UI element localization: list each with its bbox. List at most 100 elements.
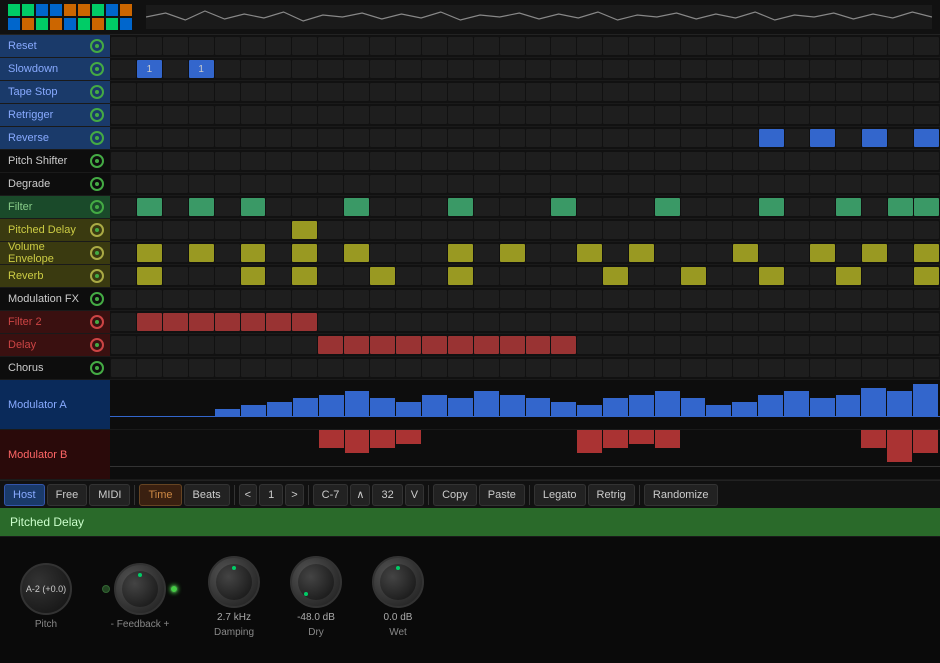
cell[interactable] xyxy=(500,129,525,147)
cell[interactable] xyxy=(785,221,810,239)
cell[interactable] xyxy=(474,106,499,124)
cell[interactable] xyxy=(163,244,188,262)
cell[interactable] xyxy=(862,83,887,101)
note-value[interactable]: C-7 xyxy=(313,484,349,506)
cell[interactable] xyxy=(241,175,266,193)
cell[interactable] xyxy=(888,60,913,78)
retrig-button[interactable]: Retrig xyxy=(588,484,635,506)
cell[interactable] xyxy=(707,359,732,377)
cell[interactable] xyxy=(655,221,680,239)
cell[interactable] xyxy=(681,336,706,354)
cell[interactable] xyxy=(189,313,214,331)
cell[interactable] xyxy=(241,359,266,377)
cell[interactable] xyxy=(577,359,602,377)
cell[interactable] xyxy=(655,175,680,193)
cell[interactable] xyxy=(215,198,240,216)
cell[interactable] xyxy=(577,152,602,170)
cell[interactable] xyxy=(318,198,343,216)
cell[interactable] xyxy=(215,221,240,239)
cell[interactable] xyxy=(862,60,887,78)
cell[interactable] xyxy=(551,129,576,147)
cell[interactable] xyxy=(137,267,162,285)
cell[interactable] xyxy=(189,290,214,308)
cell[interactable] xyxy=(785,152,810,170)
cell[interactable] xyxy=(241,83,266,101)
cell[interactable] xyxy=(111,106,136,124)
cell[interactable] xyxy=(344,37,369,55)
cell[interactable] xyxy=(681,359,706,377)
cell[interactable] xyxy=(681,106,706,124)
copy-button[interactable]: Copy xyxy=(433,484,477,506)
cell[interactable] xyxy=(759,152,784,170)
cell[interactable] xyxy=(137,152,162,170)
cell[interactable] xyxy=(137,336,162,354)
cell[interactable] xyxy=(733,290,758,308)
cell[interactable] xyxy=(603,267,628,285)
cell[interactable] xyxy=(396,244,421,262)
cell[interactable] xyxy=(810,290,835,308)
cell[interactable] xyxy=(344,60,369,78)
cell[interactable] xyxy=(577,313,602,331)
cell[interactable] xyxy=(551,60,576,78)
cell[interactable] xyxy=(655,267,680,285)
row-label-delay[interactable]: Delay xyxy=(0,334,110,356)
cell[interactable] xyxy=(241,129,266,147)
cell[interactable] xyxy=(396,290,421,308)
row-label-filter[interactable]: Filter xyxy=(0,196,110,218)
cell[interactable] xyxy=(733,152,758,170)
cell[interactable] xyxy=(836,198,861,216)
cell[interactable] xyxy=(215,244,240,262)
cell[interactable] xyxy=(655,152,680,170)
cell[interactable] xyxy=(137,313,162,331)
cell[interactable] xyxy=(888,198,913,216)
cell[interactable] xyxy=(344,313,369,331)
cell[interactable] xyxy=(422,129,447,147)
cell[interactable] xyxy=(810,267,835,285)
cell[interactable] xyxy=(914,83,939,101)
cell[interactable] xyxy=(266,129,291,147)
cell[interactable] xyxy=(862,175,887,193)
cell[interactable] xyxy=(241,198,266,216)
cell[interactable] xyxy=(526,60,551,78)
cell[interactable] xyxy=(551,313,576,331)
host-button[interactable]: Host xyxy=(4,484,45,506)
cell[interactable] xyxy=(655,60,680,78)
cell[interactable] xyxy=(526,198,551,216)
cell[interactable] xyxy=(785,37,810,55)
cell[interactable] xyxy=(396,175,421,193)
cell[interactable] xyxy=(422,313,447,331)
cell[interactable] xyxy=(266,152,291,170)
cell[interactable] xyxy=(551,152,576,170)
step32-value[interactable]: 32 xyxy=(372,484,402,506)
cell[interactable] xyxy=(577,37,602,55)
free-button[interactable]: Free xyxy=(47,484,88,506)
cell[interactable] xyxy=(759,244,784,262)
cell[interactable] xyxy=(551,37,576,55)
cell[interactable]: 1 xyxy=(189,60,214,78)
cell[interactable] xyxy=(344,83,369,101)
cell[interactable] xyxy=(215,106,240,124)
cell[interactable] xyxy=(241,313,266,331)
cell[interactable] xyxy=(836,359,861,377)
cell[interactable] xyxy=(759,198,784,216)
cell[interactable] xyxy=(137,290,162,308)
cell[interactable] xyxy=(681,60,706,78)
cell[interactable] xyxy=(163,37,188,55)
cell[interactable] xyxy=(888,221,913,239)
cell[interactable] xyxy=(500,106,525,124)
cell[interactable] xyxy=(344,267,369,285)
cell[interactable] xyxy=(370,106,395,124)
cell[interactable] xyxy=(318,60,343,78)
cell[interactable] xyxy=(914,37,939,55)
cell[interactable] xyxy=(862,359,887,377)
cell[interactable] xyxy=(448,60,473,78)
cell[interactable] xyxy=(318,290,343,308)
cell[interactable] xyxy=(111,336,136,354)
cell[interactable] xyxy=(862,221,887,239)
cell[interactable] xyxy=(733,175,758,193)
cell[interactable] xyxy=(888,336,913,354)
cell[interactable] xyxy=(914,198,939,216)
cell[interactable] xyxy=(344,106,369,124)
next-button[interactable]: > xyxy=(285,484,303,506)
cell[interactable] xyxy=(422,83,447,101)
